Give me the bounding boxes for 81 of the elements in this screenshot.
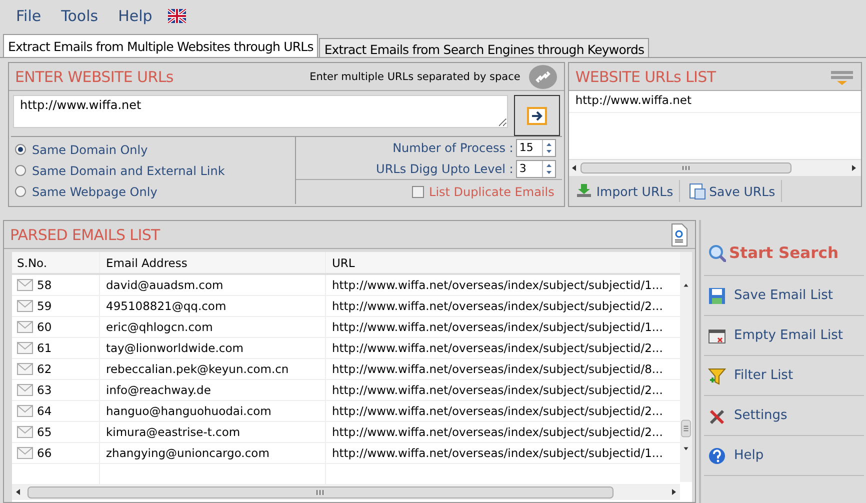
number-spinner[interactable]: 15 (516, 138, 556, 156)
tab[interactable]: Extract Emails from Search Engines through Keywords (319, 38, 650, 57)
menu-item[interactable]: Help (108, 7, 162, 25)
column-header[interactable]: S.No. (17, 256, 48, 270)
envelope-icon (17, 405, 33, 417)
link-icon[interactable] (528, 64, 558, 88)
checkbox-label: List Duplicate Emails (429, 185, 554, 199)
flag-icon[interactable] (168, 9, 186, 23)
sidebar-button[interactable]: Empty Email List (704, 316, 864, 356)
toolbar-button[interactable]: Import URLs (573, 180, 680, 202)
envelope-icon (17, 384, 33, 396)
save-icon (688, 182, 706, 200)
table-cell: david@auadsm.com (106, 278, 224, 292)
envelope-icon (17, 426, 33, 438)
checkbox[interactable] (412, 186, 424, 198)
table-cell: 65 (37, 425, 52, 439)
table-cell: http://www.wiffa.net/overseas/index/subject/subjectid/2... (332, 383, 663, 397)
table-cell: http://www.wiffa.net/overseas/index/subject/subjectid/2... (332, 341, 663, 355)
hint-text: Enter multiple URLs separated by space (310, 70, 520, 82)
table-cell: 63 (37, 383, 52, 397)
empty-icon (708, 326, 726, 344)
help-icon (708, 446, 726, 464)
table-cell: hanguo@hanguohuodai.com (106, 404, 272, 418)
field-label: URLs Digg Upto Level : (376, 162, 514, 176)
table-cell: info@reachway.de (106, 383, 211, 397)
envelope-icon (17, 279, 33, 291)
radio-button[interactable] (15, 144, 26, 155)
envelope-icon (17, 363, 33, 375)
panel-title: ENTER WEBSITE URLs (15, 68, 174, 86)
envelope-icon (17, 342, 33, 354)
radio-label: Same Domain and External Link (32, 164, 225, 178)
table-cell: tay@lionworldwide.com (106, 341, 244, 355)
table-cell: http://www.wiffa.net/overseas/index/subject/subjectid/2... (332, 404, 663, 418)
table-cell: kimura@eastrise-t.com (106, 425, 240, 439)
email-document-icon[interactable] (669, 222, 689, 246)
sidebar-button[interactable]: Settings (704, 396, 864, 436)
filter-icon (708, 366, 726, 384)
radio-button[interactable] (15, 186, 26, 197)
menu-item[interactable]: File (6, 7, 52, 25)
envelope-icon (17, 321, 33, 333)
menu-item[interactable]: Tools (51, 7, 108, 25)
radio-label: Same Domain Only (32, 142, 148, 156)
panel-title: WEBSITE URLs LIST (575, 68, 718, 86)
save-icon (708, 286, 726, 304)
toolbar-button[interactable]: Save URLs (686, 180, 782, 202)
search-icon (708, 244, 726, 262)
envelope-icon (17, 447, 33, 459)
column-header[interactable]: URL (332, 256, 355, 270)
table-cell: http://www.wiffa.net/overseas/index/subject/subjectid/2... (332, 425, 663, 439)
table-cell: http://www.wiffa.net/overseas/index/subject/subjectid/2... (332, 299, 663, 313)
field-label: Number of Process : (392, 140, 514, 154)
add-url-button[interactable] (514, 95, 560, 136)
sidebar-button[interactable]: Filter List (704, 356, 864, 396)
table-cell: http://www.wiffa.net/overseas/index/subject/subjectid/1... (332, 278, 663, 292)
tab[interactable]: Extract Emails from Multiple Websites through URLs (3, 34, 318, 57)
import-icon (575, 182, 594, 200)
scrollbar[interactable] (680, 252, 692, 482)
table-cell: 62 (37, 362, 52, 376)
table-cell: 59 (37, 299, 52, 313)
column-header[interactable]: Email Address (106, 256, 188, 270)
table-cell: 495108821@qq.com (106, 299, 226, 313)
table-cell: 66 (37, 446, 52, 460)
table-cell: 61 (37, 341, 52, 355)
table-cell: eric@qhlogcn.com (106, 320, 213, 334)
url-field[interactable]: http://www.wiffa.net (13, 95, 508, 128)
envelope-icon (17, 300, 33, 312)
table-cell: zhangying@unioncargo.com (106, 446, 270, 460)
sidebar-button[interactable]: Save Email List (704, 276, 864, 316)
table-cell: rebeccalian.pek@keyun.com.cn (106, 362, 289, 376)
table-cell: http://www.wiffa.net/overseas/index/subject/subjectid/8... (332, 362, 663, 376)
table-cell: 64 (37, 404, 52, 418)
number-spinner[interactable]: 3 (516, 160, 556, 178)
table-cell: http://www.wiffa.net/overseas/index/subject/subjectid/1... (332, 320, 663, 334)
table-cell: 60 (37, 320, 52, 334)
radio-button[interactable] (15, 165, 26, 176)
sidebar-button[interactable]: Help (704, 436, 864, 476)
panel-title: PARSED EMAILS LIST (10, 226, 162, 244)
scrollbar[interactable] (12, 485, 680, 500)
radio-label: Same Webpage Only (32, 184, 158, 198)
table-cell: 58 (37, 278, 52, 292)
table-cell: http://www.wiffa.net/overseas/index/subject/subjectid/1... (332, 446, 663, 460)
